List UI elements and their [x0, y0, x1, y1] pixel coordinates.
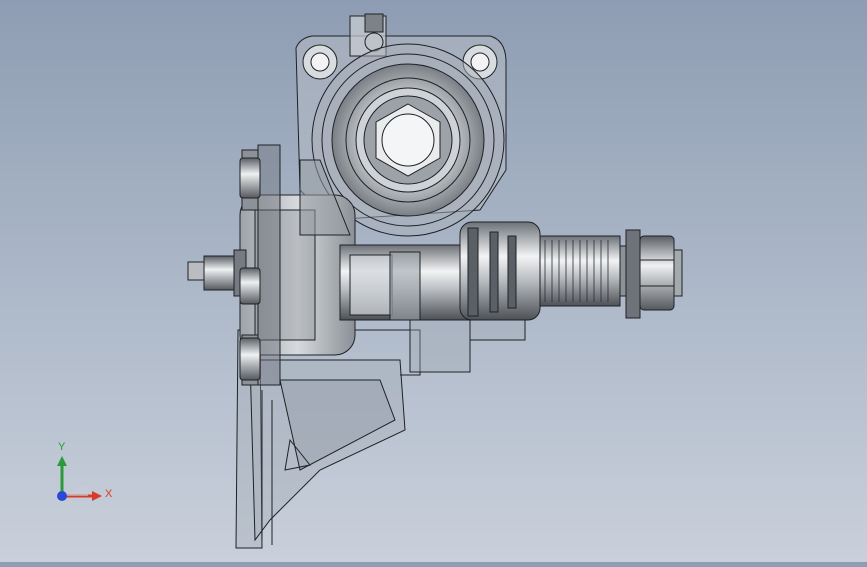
valve-body — [339, 244, 481, 321]
x-axis-label: X — [105, 488, 113, 500]
y-axis-label: Y — [58, 441, 66, 453]
drive-shaft — [459, 221, 629, 321]
left-stud-bolt — [187, 249, 247, 297]
steering-pump-model[interactable] — [0, 0, 867, 562]
3d-model-viewport[interactable]: Y X — [0, 0, 867, 562]
body-bolts — [239, 157, 261, 381]
axis-triad: Y X — [48, 438, 118, 510]
shaft-end-nut — [625, 229, 683, 319]
